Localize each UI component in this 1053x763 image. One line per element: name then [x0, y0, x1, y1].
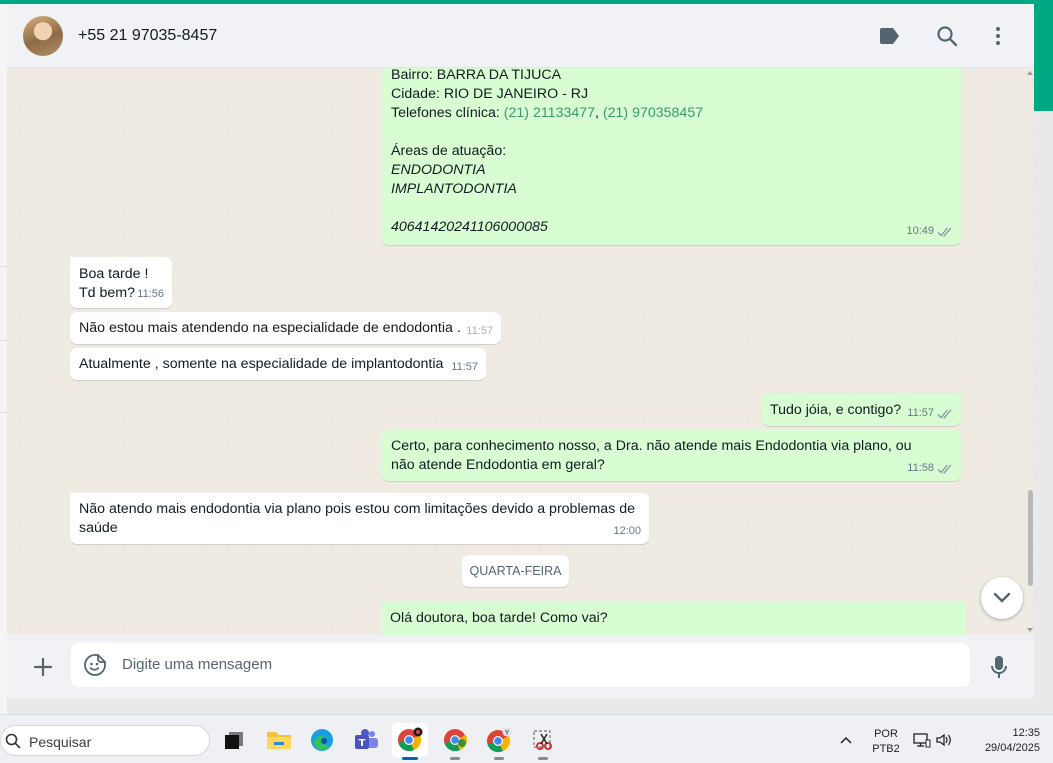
message-time: 11:56 [137, 288, 164, 300]
message-text: Áreas de atuação: [391, 143, 507, 159]
composer: Digite uma mensagem [7, 635, 1034, 698]
message-meta: 11:58 [907, 459, 953, 478]
phone-link[interactable]: (21) 970358457 [603, 105, 703, 121]
menu-icon[interactable] [984, 22, 1012, 50]
message-time: 11:58 [907, 462, 934, 474]
message-time: 10:49 [906, 225, 934, 237]
message-meta: 11:57 [466, 322, 493, 341]
chrome-button[interactable] [437, 723, 473, 760]
teams-icon: T [355, 729, 378, 749]
chevron-up-icon[interactable] [838, 732, 854, 748]
message-meta: 11:56 [137, 285, 164, 304]
message-placeholder: Digite uma mensagem [122, 656, 273, 673]
message-text: Não estou mais atendendo na especialidad… [79, 320, 461, 336]
message-text: Boa tarde ! [79, 266, 149, 282]
avatar[interactable] [23, 16, 63, 56]
scissors-icon [533, 730, 552, 750]
windows-taskbar: Pesquisar T Y POR PTB2 12:35 29/04/2025 [0, 714, 1053, 763]
message-text: ENDODONTIA [391, 162, 486, 178]
message-input[interactable]: Digite uma mensagem [71, 643, 970, 687]
conversation-panel: +55 21 97035-8457 Bairro: BARRA DA TIJUC… [7, 4, 1034, 698]
taskbar-search[interactable]: Pesquisar [0, 725, 210, 756]
edge-browser-button[interactable] [304, 723, 340, 757]
system-tray [913, 732, 953, 748]
sticker-icon[interactable] [83, 653, 107, 677]
chrome-icon [398, 727, 423, 752]
message-outgoing[interactable]: Tudo jóia, e contigo? 11:57 [762, 394, 961, 426]
folder-icon [267, 732, 291, 749]
clock-date: 29/04/2025 [984, 742, 1040, 754]
phone-link[interactable]: (21) 21133477 [504, 105, 595, 121]
file-explorer-button[interactable] [261, 723, 297, 757]
message-meta: 11:57 [451, 358, 478, 377]
plus-icon[interactable] [29, 653, 57, 681]
task-view-button[interactable] [216, 723, 252, 757]
double-check-icon [937, 409, 952, 419]
network-icon[interactable] [913, 732, 931, 748]
chrome-icon: Y [487, 727, 512, 753]
message-outgoing[interactable]: Olá doutora, boa tarde! Como vai? [381, 601, 966, 635]
double-check-icon [937, 464, 952, 474]
message-text: Não atendo mais endodontia via plano poi… [79, 501, 636, 536]
scroll-up-arrow[interactable] [1027, 70, 1033, 76]
scroll-thumb[interactable] [1028, 490, 1033, 586]
message-text: Certo, para conhecimento nosso, a Dra. n… [391, 438, 912, 473]
edge-icon [311, 729, 333, 751]
teams-button[interactable]: T [348, 723, 384, 757]
message-text: Olá doutora, boa tarde! Como vai? [390, 610, 608, 626]
chat-list-edge [0, 4, 7, 714]
message-incoming[interactable]: Boa tarde ! Td bem? 11:56 [70, 257, 172, 308]
day-separator: QUARTA-FEIRA [462, 555, 569, 587]
message-text: Atualmente , somente na especialidade de… [79, 356, 444, 372]
svg-text:Y: Y [504, 729, 510, 737]
message-text: 40641420241106000085 [391, 219, 548, 235]
scroll-down-arrow[interactable] [1027, 627, 1033, 633]
message-incoming[interactable]: Não atendo mais endodontia via plano poi… [70, 493, 649, 544]
chrome-icon [444, 729, 468, 752]
message-time: 11:57 [907, 407, 934, 419]
taskbar-clock[interactable]: 12:35 29/04/2025 [962, 726, 1040, 756]
message-incoming[interactable]: Atualmente , somente na especialidade de… [70, 348, 486, 380]
message-outgoing[interactable]: Bairro: BARRA DA TIJUCA Cidade: RIO DE J… [382, 68, 961, 245]
message-meta: 12:00 [613, 522, 641, 541]
scroll-to-bottom-button[interactable] [981, 577, 1023, 619]
taskbar-search-label: Pesquisar [29, 734, 92, 750]
search-icon[interactable] [933, 22, 961, 50]
message-text: Cidade: RIO DE JANEIRO - RJ [391, 86, 589, 102]
message-meta: 10:49 [906, 222, 953, 241]
label-icon[interactable] [876, 22, 904, 50]
snipping-tool-button[interactable] [525, 723, 561, 760]
message-time: 11:57 [466, 325, 493, 337]
input-language[interactable]: POR PTB2 [866, 727, 906, 757]
message-meta: 11:57 [907, 404, 953, 423]
chat-header: +55 21 97035-8457 [7, 4, 1034, 68]
message-incoming[interactable]: Não estou mais atendendo na especialidad… [70, 312, 501, 344]
message-time: 12:00 [613, 525, 641, 537]
message-time: 11:57 [451, 361, 478, 373]
message-list[interactable]: Bairro: BARRA DA TIJUCA Cidade: RIO DE J… [7, 68, 1034, 635]
volume-icon[interactable] [935, 732, 953, 748]
message-scrollbar[interactable] [1026, 68, 1034, 635]
app-accent-side [1034, 4, 1053, 111]
chrome-profile-button[interactable]: Y [481, 723, 517, 760]
message-text: IMPLANTODONTIA [391, 181, 517, 197]
task-view-icon [225, 732, 243, 749]
contact-name[interactable]: +55 21 97035-8457 [78, 27, 217, 45]
message-text: Telefones clínica: (21) 21133477, (21) 9… [391, 105, 704, 121]
clock-time: 12:35 [1012, 727, 1040, 739]
message-outgoing[interactable]: Certo, para conhecimento nosso, a Dra. n… [382, 430, 961, 481]
svg-text:T: T [359, 738, 366, 749]
search-icon [5, 733, 21, 749]
message-text: Bairro: BARRA DA TIJUCA [391, 68, 562, 83]
double-check-icon [937, 227, 952, 237]
chrome-button-active[interactable] [392, 723, 428, 760]
mic-icon[interactable] [985, 653, 1013, 681]
chevron-down-icon [993, 592, 1011, 603]
